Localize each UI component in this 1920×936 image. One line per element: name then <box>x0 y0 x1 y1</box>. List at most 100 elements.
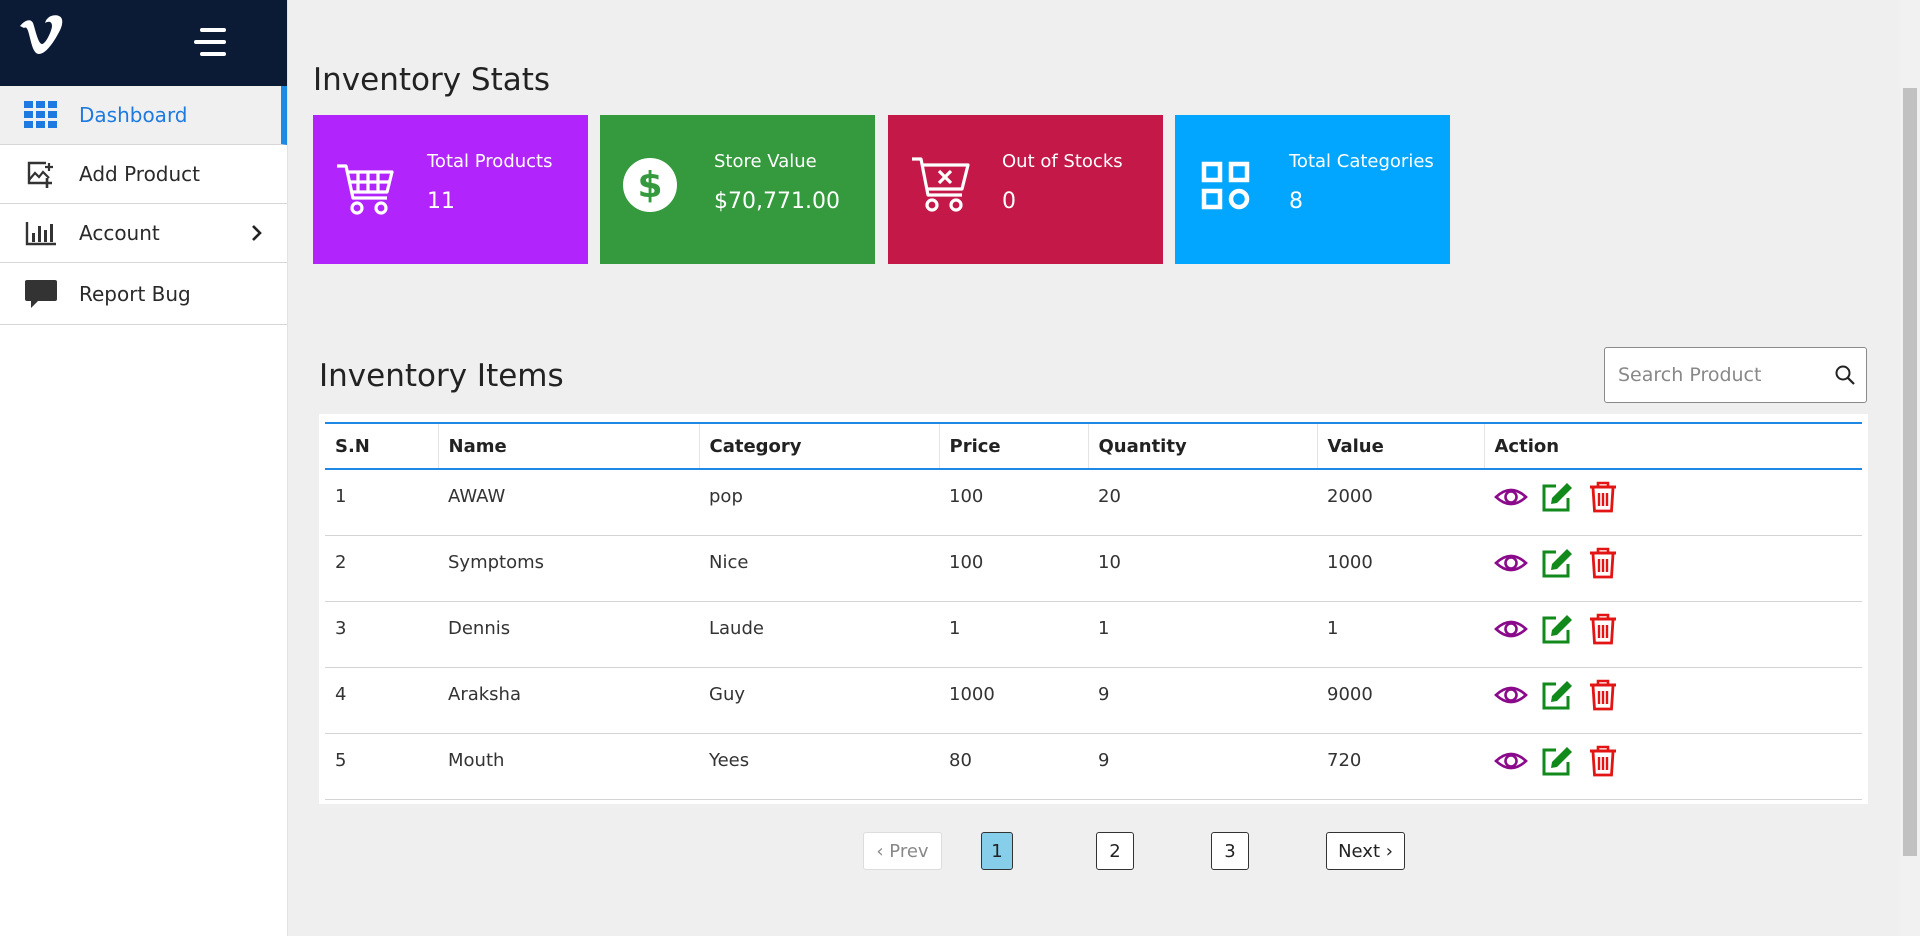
next-page-button[interactable]: Next › <box>1326 832 1405 870</box>
chat-bubble-icon <box>24 279 58 309</box>
edit-icon[interactable] <box>1540 744 1574 778</box>
sidebar-item-account[interactable]: Account <box>0 204 287 263</box>
cell-quantity: 9 <box>1088 733 1317 800</box>
sidebar-item-label: Dashboard <box>79 103 188 127</box>
cell-price: 100 <box>939 469 1088 536</box>
cell-category: Laude <box>699 601 939 668</box>
stat-label: Total Products <box>427 151 553 172</box>
delete-icon[interactable] <box>1586 744 1620 778</box>
table-body: 1 AWAW pop 100 20 2000 2 Symptoms Nice 100 10 1000 3… <box>325 469 1862 800</box>
categories-icon <box>1201 161 1250 210</box>
edit-icon[interactable] <box>1540 480 1574 514</box>
prev-page-button[interactable]: ‹ Prev <box>863 832 942 870</box>
table-row: 5 Mouth Yees 80 9 720 <box>325 733 1862 800</box>
cell-sn: 1 <box>325 469 438 536</box>
cell-action <box>1484 469 1862 536</box>
column-header[interactable]: S.N <box>325 423 438 469</box>
stat-value: 8 <box>1289 189 1303 214</box>
stat-card-total-categories: Total Categories 8 <box>1175 115 1450 264</box>
search-icon[interactable] <box>1834 364 1856 386</box>
view-icon[interactable] <box>1494 480 1528 514</box>
page-button-2[interactable]: 2 <box>1096 832 1134 870</box>
scrollbar-thumb[interactable] <box>1903 88 1917 856</box>
cell-value: 720 <box>1317 733 1484 800</box>
edit-icon[interactable] <box>1540 546 1574 580</box>
stat-value: 11 <box>427 189 455 214</box>
view-icon[interactable] <box>1494 744 1528 778</box>
cell-action <box>1484 535 1862 602</box>
view-icon[interactable] <box>1494 678 1528 712</box>
stat-card-out-of-stocks: Out of Stocks 0 <box>888 115 1163 264</box>
column-header: Action <box>1483 423 1862 469</box>
view-icon[interactable] <box>1494 612 1528 646</box>
cell-value: 9000 <box>1317 667 1484 734</box>
cell-sn: 4 <box>325 667 438 734</box>
cell-name: Symptoms <box>438 535 699 602</box>
cell-name: Mouth <box>438 733 699 800</box>
cell-action <box>1484 667 1862 734</box>
cell-category: Guy <box>699 667 939 734</box>
bar-chart-icon <box>24 218 58 248</box>
sidebar-item-add-product[interactable]: Add Product <box>0 145 287 204</box>
table-row: 4 Araksha Guy 1000 9 9000 <box>325 667 1862 734</box>
sidebar-item-label: Account <box>79 221 160 245</box>
stat-card-total-products: Total Products 11 <box>313 115 588 264</box>
view-icon[interactable] <box>1494 546 1528 580</box>
inventory-table-container: S.N Name Category Price Quantity Value A… <box>319 414 1868 804</box>
delete-icon[interactable] <box>1586 546 1620 580</box>
cell-name: Dennis <box>438 601 699 668</box>
cell-price: 100 <box>939 535 1088 602</box>
page-scrollbar[interactable] <box>1900 0 1920 936</box>
row-actions <box>1494 744 1862 778</box>
stat-label: Store Value <box>714 151 817 172</box>
vimeo-logo-icon[interactable] <box>18 14 66 58</box>
column-header[interactable]: Price <box>938 423 1088 469</box>
cell-value: 1 <box>1317 601 1484 668</box>
cell-quantity: 1 <box>1088 601 1317 668</box>
cell-action <box>1484 733 1862 800</box>
cell-category: pop <box>699 469 939 536</box>
cell-name: Araksha <box>438 667 699 734</box>
stat-value: 0 <box>1002 189 1016 214</box>
edit-icon[interactable] <box>1540 612 1574 646</box>
cell-price: 1 <box>939 601 1088 668</box>
stat-label: Out of Stocks <box>1002 151 1123 172</box>
delete-icon[interactable] <box>1586 612 1620 646</box>
cell-sn: 3 <box>325 601 438 668</box>
edit-icon[interactable] <box>1540 678 1574 712</box>
table-row: 2 Symptoms Nice 100 10 1000 <box>325 535 1862 602</box>
sidebar-item-dashboard[interactable]: Dashboard <box>0 86 287 145</box>
column-header[interactable]: Quantity <box>1087 423 1317 469</box>
stats-title: Inventory Stats <box>313 62 551 98</box>
search-input[interactable] <box>1605 348 1825 402</box>
stat-value: $70,771.00 <box>714 189 840 214</box>
column-header[interactable]: Name <box>437 423 699 469</box>
cell-category: Nice <box>699 535 939 602</box>
cell-price: 1000 <box>939 667 1088 734</box>
cell-quantity: 9 <box>1088 667 1317 734</box>
cell-sn: 2 <box>325 535 438 602</box>
delete-icon[interactable] <box>1586 678 1620 712</box>
sidebar-item-report-bug[interactable]: Report Bug <box>0 263 287 325</box>
cell-value: 2000 <box>1317 469 1484 536</box>
cell-quantity: 10 <box>1088 535 1317 602</box>
sidebar-item-label: Add Product <box>79 162 201 186</box>
row-actions <box>1494 678 1862 712</box>
table-row: 3 Dennis Laude 1 1 1 <box>325 601 1862 668</box>
table-row: 1 AWAW pop 100 20 2000 <box>325 469 1862 536</box>
add-image-icon <box>24 159 58 189</box>
page-button-1[interactable]: 1 <box>981 832 1013 870</box>
page-button-3[interactable]: 3 <box>1211 832 1249 870</box>
row-actions <box>1494 546 1862 580</box>
cell-action <box>1484 601 1862 668</box>
sidebar: Dashboard Add Product Account Report Bug <box>0 0 288 936</box>
sidebar-header <box>0 0 287 86</box>
svg-text:$: $ <box>637 165 662 206</box>
column-header[interactable]: Category <box>698 423 939 469</box>
column-header[interactable]: Value <box>1316 423 1484 469</box>
cell-value: 1000 <box>1317 535 1484 602</box>
row-actions <box>1494 612 1862 646</box>
delete-icon[interactable] <box>1586 480 1620 514</box>
hamburger-menu-icon[interactable] <box>194 28 226 58</box>
dollar-icon: $ <box>623 158 677 212</box>
